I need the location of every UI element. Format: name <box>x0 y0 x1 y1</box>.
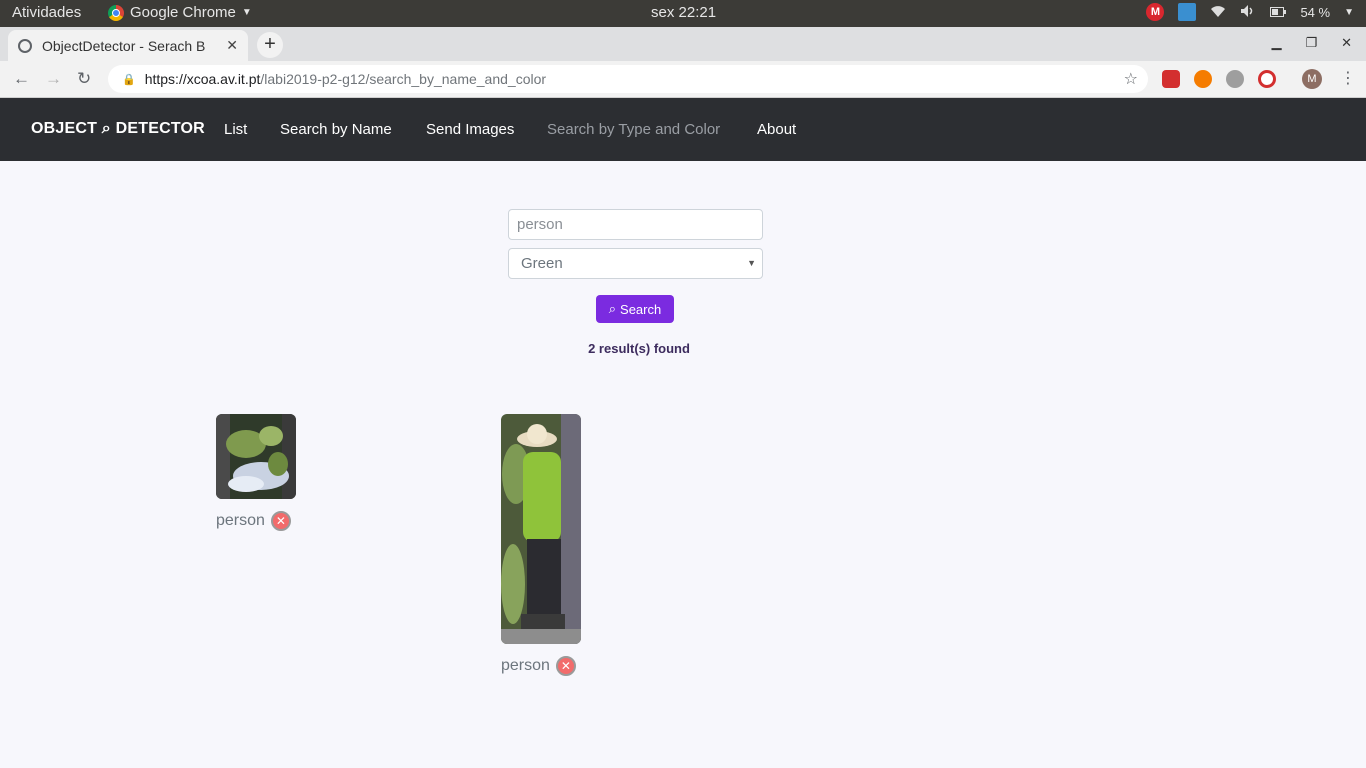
clock[interactable]: sex 22:21 <box>651 4 716 21</box>
result-card: person ✕ <box>216 414 296 531</box>
extension-key-icon[interactable] <box>1194 70 1212 88</box>
delete-icon[interactable]: ✕ <box>270 511 291 531</box>
close-tab-icon[interactable]: ✕ <box>226 37 238 54</box>
chevron-down-icon: ▼ <box>241 7 252 18</box>
chrome-icon <box>108 4 124 21</box>
restore-icon[interactable]: ❐ <box>1305 35 1317 51</box>
new-tab-button[interactable]: + <box>257 32 283 58</box>
extension-film-icon[interactable] <box>1226 70 1244 88</box>
reload-icon[interactable]: ↻ <box>77 69 91 89</box>
result-thumbnail[interactable] <box>216 414 296 499</box>
browser-toolbar: ← → ↻ 🔒 https://xcoa.av.it.pt/labi2019-p… <box>0 61 1366 98</box>
result-caption: person ✕ <box>216 511 296 531</box>
app-name: Google Chrome <box>130 4 236 21</box>
site-navbar: OBJECT ⌕ DETECTOR List Search by Name Se… <box>0 98 1366 161</box>
delete-icon[interactable]: ✕ <box>555 656 576 676</box>
back-icon[interactable]: ← <box>13 69 30 89</box>
extension-icon[interactable] <box>1162 70 1180 88</box>
url-path: /labi2019-p2-g12/search_by_name_and_colo… <box>260 71 547 87</box>
brand-logo[interactable]: OBJECT ⌕ DETECTOR <box>31 120 205 138</box>
lock-icon[interactable]: 🔒 <box>122 73 136 86</box>
tab-strip: ObjectDetector - Serach B ✕ + ▁ ❐ ✕ <box>0 27 1366 61</box>
color-select-value: Green <box>521 255 563 272</box>
tab-title: ObjectDetector - Serach B <box>42 37 206 54</box>
result-label: person <box>501 657 550 674</box>
nav-link-list[interactable]: List <box>224 121 247 138</box>
close-window-icon[interactable]: ✕ <box>1341 35 1352 51</box>
app-indicator-icon[interactable] <box>1178 3 1197 21</box>
search-button[interactable]: ⌕ Search <box>596 295 674 323</box>
volume-icon[interactable] <box>1240 4 1256 21</box>
search-button-label: Search <box>620 301 662 317</box>
activities-button[interactable]: Atividades <box>12 4 81 21</box>
app-menu[interactable]: Google Chrome ▼ <box>108 4 252 21</box>
result-label: person <box>216 512 265 529</box>
brand-right: DETECTOR <box>115 120 205 137</box>
nav-link-search-by-type-and-color[interactable]: Search by Type and Color <box>547 121 720 138</box>
address-bar[interactable]: 🔒 https://xcoa.av.it.pt/labi2019-p2-g12/… <box>108 65 1148 93</box>
nav-link-about[interactable]: About <box>757 121 796 138</box>
chevron-down-icon: ▼ <box>747 258 756 268</box>
search-icon: ⌕ <box>101 120 111 137</box>
nav-link-send-images[interactable]: Send Images <box>426 121 514 138</box>
system-tray: M 54 % ▼ <box>1146 3 1354 21</box>
system-top-bar: Atividades Google Chrome ▼ sex 22:21 M 5… <box>0 0 1366 27</box>
battery-icon[interactable] <box>1270 4 1287 20</box>
object-name-input[interactable] <box>508 209 763 240</box>
search-icon: ⌕ <box>608 301 617 316</box>
result-card: person ✕ <box>501 414 581 676</box>
window-controls: ▁ ❐ ✕ <box>1271 35 1352 51</box>
minimize-icon[interactable]: ▁ <box>1271 35 1281 51</box>
browser-tab[interactable]: ObjectDetector - Serach B ✕ <box>8 30 248 61</box>
forward-icon[interactable]: → <box>45 69 62 89</box>
profile-avatar[interactable]: M <box>1302 69 1322 89</box>
result-thumbnail[interactable] <box>501 414 581 644</box>
nav-link-search-by-name[interactable]: Search by Name <box>280 121 392 138</box>
globe-icon <box>18 38 32 53</box>
brand-left: OBJECT <box>31 120 98 137</box>
result-caption: person ✕ <box>501 656 581 676</box>
url-host: https://xcoa.av.it.pt <box>144 71 261 87</box>
extension-record-icon[interactable] <box>1258 70 1276 88</box>
color-select[interactable]: Green ▼ <box>508 248 763 279</box>
wifi-icon[interactable] <box>1210 4 1226 21</box>
battery-percent: 54 % <box>1300 4 1331 20</box>
bookmark-star-icon[interactable]: ☆ <box>1124 69 1138 89</box>
mega-icon[interactable]: M <box>1146 3 1165 21</box>
chevron-down-icon[interactable]: ▼ <box>1344 7 1354 18</box>
menu-kebab-icon[interactable]: ⋮ <box>1340 68 1356 88</box>
result-count: 2 result(s) found <box>588 341 690 356</box>
